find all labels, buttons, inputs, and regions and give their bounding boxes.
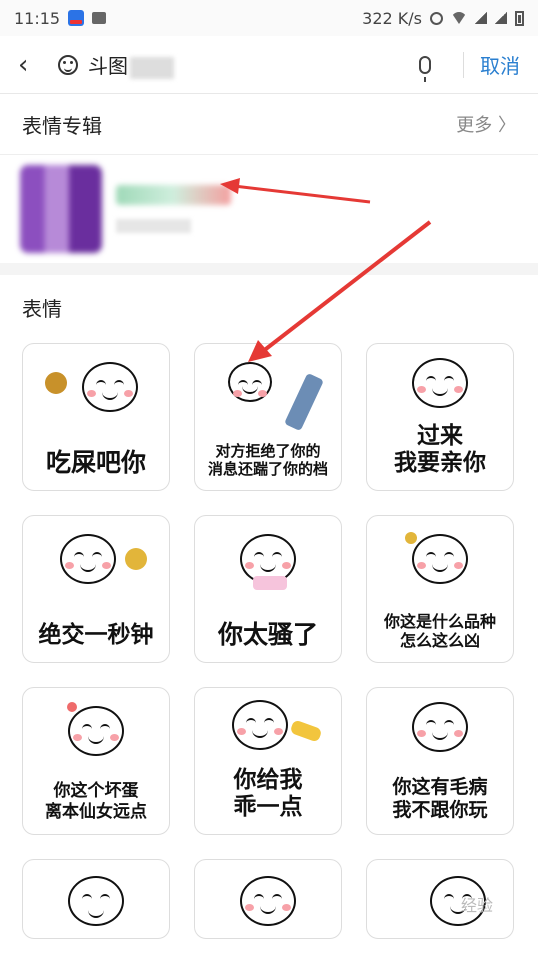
network-speed: 322 K/s [362,8,422,28]
banana-prop-icon [289,719,323,743]
app-notification-icon [68,10,85,26]
battery-icon [515,10,524,26]
sticker-caption: 对方拒绝了你的 消息还踹了你的档 [207,442,328,478]
album-item[interactable] [0,155,538,263]
bow-icon [67,702,77,712]
sticker-caption: 你这个坏蛋 离本仙女远点 [45,781,147,822]
sticker-card-partial[interactable] [22,859,170,939]
medal-prop-icon [125,548,147,570]
signal-icon-2 [495,12,507,24]
cancel-button[interactable]: 取消 [480,50,520,79]
poop-prop-icon [45,372,67,394]
sticker-caption: 你给我 乖一点 [233,766,303,821]
sticker-card-partial[interactable] [194,859,342,939]
signal-icon [475,12,487,24]
emoji-icon[interactable] [58,54,78,75]
sticker-grid: 吃屎吧你 对方拒绝了你的 消息还踹了你的档 过来 我要亲你 绝交一秒钟 你太骚了… [0,339,538,939]
search-bar: ‹ 斗图 取消 [0,36,538,94]
sticker-card[interactable]: 吃屎吧你 [22,343,170,491]
albums-title: 表情专辑 [22,113,102,138]
search-input[interactable]: 斗图 [88,50,174,79]
more-link[interactable]: 更多 〉 [456,111,516,137]
sticker-card[interactable]: 你太骚了 [194,515,342,663]
album-subtitle-blurred [116,219,191,233]
watermark-text: 经验 [460,896,493,915]
divider [463,51,464,78]
blurred-query-text [130,56,174,79]
album-thumbnail [20,165,102,253]
status-time: 11:15 [14,8,61,28]
album-name-blurred [116,185,231,205]
stickers-title: 表情 [22,296,62,321]
sticker-card[interactable]: 你给我 乖一点 [194,687,342,835]
albums-section: 表情专辑 更多 〉 [0,94,538,263]
sticker-card[interactable]: 绝交一秒钟 [22,515,170,663]
wifi-icon [451,12,467,24]
sparkle-icon [405,532,417,544]
albums-header: 表情专辑 更多 〉 [0,94,538,155]
sticker-card[interactable]: 你这是什么品种 怎么这么凶 [366,515,514,663]
stickers-header: 表情 [0,275,538,339]
sticker-caption: 过来 我要亲你 [394,422,486,477]
sticker-caption: 绝交一秒钟 [38,622,154,649]
sticker-card[interactable]: 过来 我要亲你 [366,343,514,491]
sticker-card[interactable]: 你这有毛病 我不跟你玩 [366,687,514,835]
sticker-caption: 你太骚了 [217,620,318,649]
back-icon[interactable]: ‹ [18,50,40,80]
microphone-icon[interactable] [419,55,431,82]
image-notification-icon [92,12,107,24]
alarm-icon [430,11,443,25]
tool-prop-icon [284,372,324,432]
sticker-card-partial[interactable]: 经验 [366,859,514,939]
sticker-card[interactable]: 你这个坏蛋 离本仙女远点 [22,687,170,835]
sticker-card[interactable]: 对方拒绝了你的 消息还踹了你的档 [194,343,342,491]
sticker-caption: 吃屎吧你 [45,448,146,477]
sticker-caption: 你这是什么品种 怎么这么凶 [383,611,496,650]
status-bar: 11:15 322 K/s [0,0,538,36]
sticker-caption: 你这有毛病 我不跟你玩 [392,776,488,822]
shirt-prop-icon [253,576,287,590]
stickers-section: 表情 吃屎吧你 对方拒绝了你的 消息还踹了你的档 过来 我要亲你 绝交一秒钟 你… [0,275,538,975]
